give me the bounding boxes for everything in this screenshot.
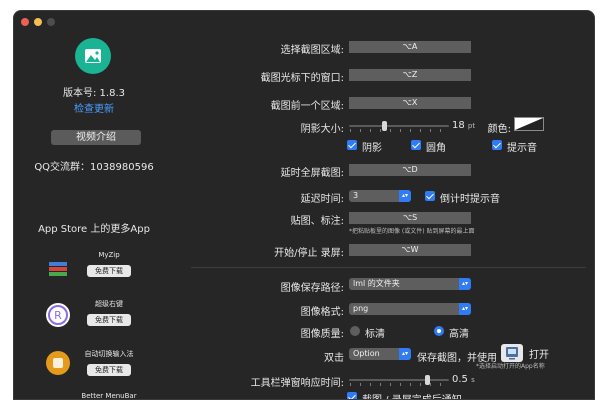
shadow-size-label: 阴影大小:: [300, 124, 344, 135]
delay-fullscreen-shortcut[interactable]: ⌥D: [349, 164, 471, 176]
color-swatch[interactable]: [514, 117, 544, 131]
app-logo-icon: [75, 38, 111, 74]
app-name-myzip: MyZip: [98, 251, 120, 259]
download-super-right-click-button[interactable]: 免费下载: [87, 314, 131, 326]
shadow-checkbox-label: 阴影: [362, 143, 382, 154]
save-path-value: lml 的文件夹: [353, 279, 400, 288]
toolbar-delay-number: 0.5: [452, 374, 468, 385]
sound-checkbox[interactable]: [492, 140, 502, 150]
open-label: 打开: [529, 350, 549, 361]
image-format-value: png: [353, 304, 369, 313]
image-format-label: 图像格式:: [300, 307, 344, 318]
shadow-value-unit: pt: [467, 122, 476, 130]
paste-hint: *把粘贴板里的图像 (或文件) 贴到屏幕的最上面: [349, 228, 475, 235]
toolbar-delay-value: 0.5 s: [452, 374, 475, 385]
toolbar-delay-label: 工具栏弹窗响应时间:: [250, 378, 344, 389]
double-click-modifier-value: Option: [353, 349, 380, 358]
screen-record-label: 开始/停止 录屏:: [274, 248, 344, 259]
zoom-window-button[interactable]: [47, 18, 55, 26]
quality-standard-radio[interactable]: [350, 326, 360, 336]
toolbar-delay-unit: s: [471, 376, 475, 384]
screen-record-shortcut[interactable]: ⌥W: [349, 244, 471, 256]
chevron-updown-icon: ▴▾: [459, 303, 471, 315]
super-right-click-app-icon: R: [46, 303, 70, 327]
previous-region-label: 截图前一个区域:: [270, 101, 344, 112]
app-window: 版本号: 1.8.3 检查更新 视频介绍 QQ交流群：1038980596 Ap…: [13, 10, 595, 400]
round-corner-checkbox-label: 圆角: [426, 143, 446, 154]
more-apps-heading: App Store 上的更多App: [38, 224, 150, 235]
notify-checkbox-label: 截图 / 录屏完成后通知: [362, 391, 462, 399]
myzip-app-icon: [46, 257, 70, 281]
image-quality-label: 图像质量:: [300, 329, 344, 340]
minimize-window-button[interactable]: [34, 18, 42, 26]
chevron-updown-icon: ▴▾: [399, 190, 411, 202]
open-hint: *选择启动打开的App名称: [476, 363, 545, 370]
round-corner-checkbox[interactable]: [411, 140, 421, 150]
delay-time-value: 3: [353, 191, 359, 200]
version-label: 版本号: 1.8.3: [63, 88, 125, 99]
delay-time-select[interactable]: 3 ▴▾: [349, 190, 411, 202]
delay-time-label: 延迟时间:: [300, 194, 344, 205]
countdown-sound-checkbox[interactable]: [425, 191, 435, 201]
shadow-value-number: 18: [452, 120, 465, 131]
chevron-updown-icon: ▴▾: [399, 348, 411, 360]
paste-annotate-shortcut[interactable]: ⌥S: [349, 212, 471, 224]
open-with-app-button[interactable]: [501, 344, 523, 362]
double-click-modifier-select[interactable]: Option ▴▾: [349, 348, 411, 360]
check-update-link[interactable]: 检查更新: [14, 100, 174, 115]
countdown-sound-label: 倒计时提示音: [440, 194, 500, 205]
shadow-checkbox[interactable]: [347, 140, 357, 150]
quality-high-label: 高清: [449, 329, 469, 340]
save-path-select[interactable]: lml 的文件夹 ▴▾: [349, 278, 471, 290]
quality-high-radio[interactable]: [434, 326, 444, 336]
previous-region-shortcut[interactable]: ⌥X: [349, 97, 471, 109]
close-window-button[interactable]: [21, 18, 29, 26]
app-name-better-menubar: Better MenuBar: [81, 392, 137, 400]
auto-switch-input-app-icon: [46, 351, 70, 375]
under-cursor-window-label: 截图光标下的窗口:: [260, 73, 344, 84]
shadow-value: 18 pt: [452, 120, 475, 131]
toolbar-delay-slider[interactable]: [349, 374, 449, 386]
chevron-updown-icon: ▴▾: [459, 278, 471, 290]
sound-checkbox-label: 提示音: [507, 143, 537, 154]
qq-group-label: QQ交流群：1038980596: [34, 162, 154, 173]
svg-text:R: R: [54, 309, 62, 322]
delay-fullscreen-label: 延时全屏截图:: [280, 168, 344, 179]
shadow-slider-knob[interactable]: [382, 121, 387, 131]
section-divider: [191, 267, 586, 268]
select-region-shortcut[interactable]: ⌥A: [349, 41, 471, 53]
image-format-select[interactable]: png ▴▾: [349, 303, 471, 315]
paste-annotate-label: 贴图、标注:: [290, 216, 344, 227]
video-intro-button[interactable]: 视频介绍: [51, 130, 141, 145]
app-name-super-right-click: 超级右键: [95, 300, 123, 308]
save-path-label: 图像保存路径:: [280, 283, 344, 294]
under-cursor-window-shortcut[interactable]: ⌥Z: [349, 69, 471, 81]
toolbar-delay-slider-knob[interactable]: [425, 375, 430, 385]
app-name-auto-switch-input: 自动切换输入法: [84, 350, 134, 358]
shadow-size-slider[interactable]: [349, 120, 449, 132]
download-auto-switch-input-button[interactable]: 免费下载: [87, 364, 131, 376]
select-region-label: 选择截图区域:: [280, 45, 344, 56]
color-label: 颜色:: [487, 124, 511, 135]
download-myzip-button[interactable]: 免费下载: [87, 265, 131, 277]
double-click-label: 双击: [324, 353, 344, 364]
quality-standard-label: 标清: [365, 329, 385, 340]
notify-checkbox[interactable]: [347, 392, 357, 399]
